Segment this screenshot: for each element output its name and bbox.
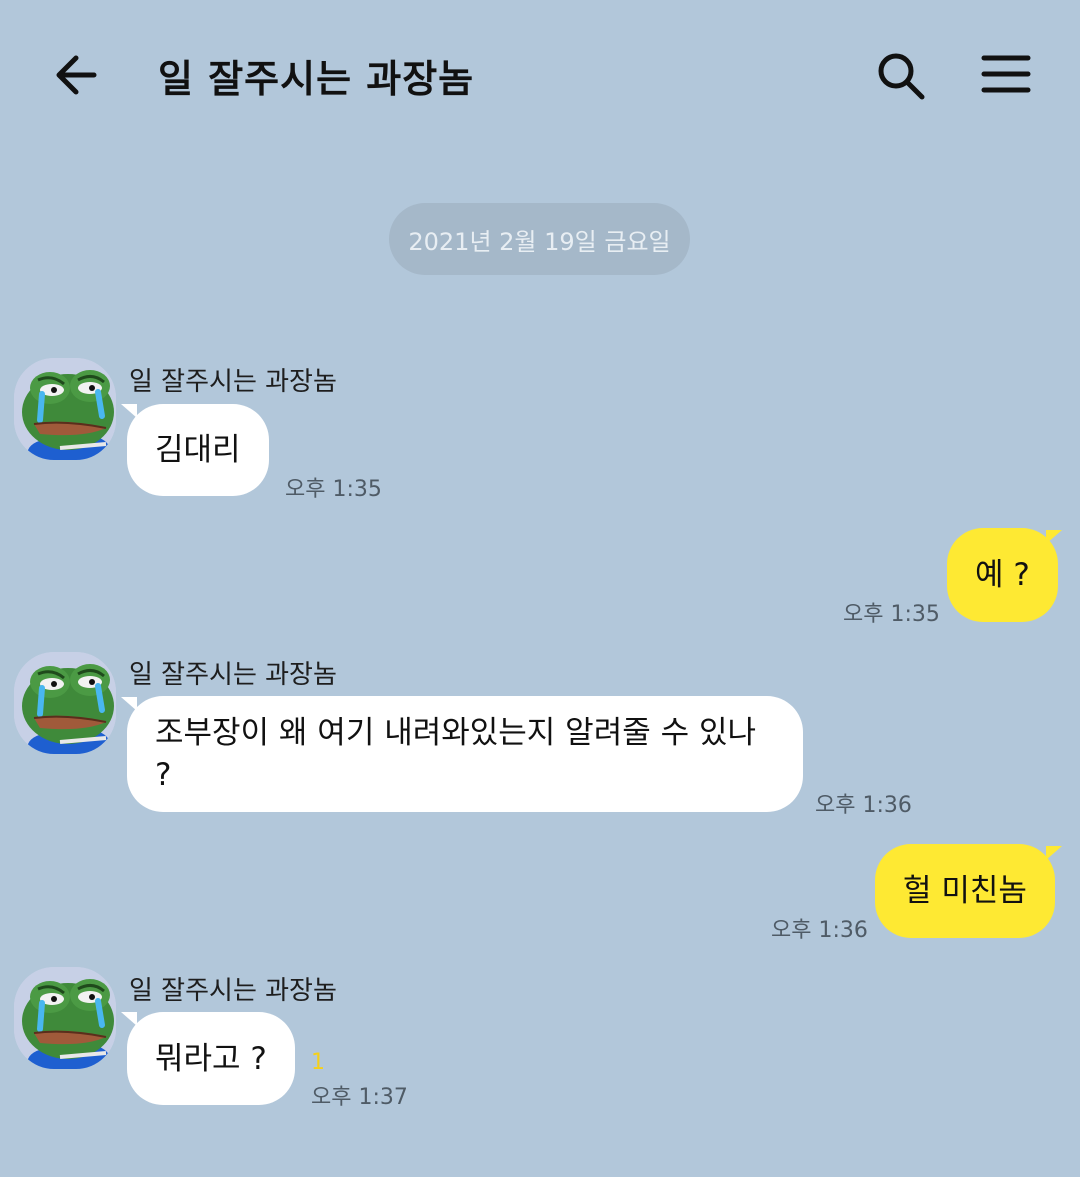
search-icon bbox=[878, 53, 925, 100]
sender-name: 일 잘주시는 과장놈 bbox=[129, 660, 337, 690]
message-text: 뭐라고 ? bbox=[155, 1040, 267, 1077]
date-divider: 2021년 2월 19일 금요일 bbox=[389, 203, 690, 275]
outgoing-message-bubble[interactable]: 예 ? bbox=[947, 528, 1058, 622]
avatar[interactable] bbox=[14, 652, 116, 754]
back-button[interactable] bbox=[50, 50, 104, 100]
message-text-line: 조부장이 왜 여기 내려와있는지 알려줄 수 있나 bbox=[155, 715, 757, 751]
message-text-line: ? bbox=[155, 757, 172, 793]
chat-title: 일 잘주시는 과장놈 bbox=[158, 57, 475, 101]
crying-frog-avatar-icon bbox=[14, 652, 116, 754]
crying-frog-avatar-icon bbox=[14, 967, 116, 1069]
menu-button[interactable] bbox=[980, 52, 1032, 96]
crying-frog-avatar-icon bbox=[14, 358, 116, 460]
avatar[interactable] bbox=[14, 358, 116, 460]
chat-header: 일 잘주시는 과장놈 bbox=[0, 0, 1080, 150]
incoming-message-bubble[interactable]: 김대리 bbox=[127, 404, 269, 496]
unread-count-badge: 1 bbox=[311, 1050, 325, 1075]
arrow-left-icon bbox=[56, 55, 97, 95]
incoming-message-bubble[interactable]: 뭐라고 ? bbox=[127, 1012, 295, 1105]
message-text: 예 ? bbox=[975, 557, 1030, 593]
bubble-tail bbox=[1046, 530, 1062, 544]
search-button[interactable] bbox=[874, 50, 928, 102]
incoming-message-bubble[interactable]: 조부장이 왜 여기 내려와있는지 알려줄 수 있나 ? bbox=[127, 696, 803, 812]
avatar[interactable] bbox=[14, 967, 116, 1069]
outgoing-message-bubble[interactable]: 헐 미친놈 bbox=[875, 844, 1055, 938]
hamburger-menu-icon bbox=[981, 55, 1031, 93]
message-text: 김대리 bbox=[155, 432, 241, 468]
message-time: 오후 1:35 bbox=[285, 477, 382, 502]
bubble-tail bbox=[1046, 846, 1062, 860]
message-text: 헐 미친놈 bbox=[903, 873, 1027, 909]
message-time: 오후 1:35 bbox=[843, 602, 940, 627]
sender-name: 일 잘주시는 과장놈 bbox=[129, 976, 337, 1006]
chat-screen: 일 잘주시는 과장놈 2021년 2월 19일 금요일 일 잘주시는 과장놈 김… bbox=[0, 0, 1080, 1177]
message-time: 오후 1:36 bbox=[771, 918, 868, 943]
message-time: 오후 1:36 bbox=[815, 793, 912, 818]
sender-name: 일 잘주시는 과장놈 bbox=[129, 367, 337, 397]
message-time: 오후 1:37 bbox=[311, 1085, 408, 1110]
